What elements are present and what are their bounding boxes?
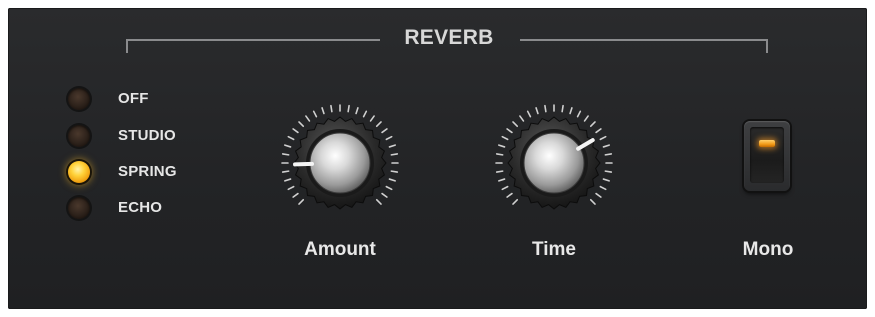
knob-tick	[519, 115, 525, 122]
knob-tick	[385, 135, 393, 141]
knob-tick	[292, 192, 299, 198]
knob-tick	[498, 178, 506, 182]
knob-tick	[506, 192, 513, 198]
knob-tick	[284, 144, 292, 148]
knob-tick	[501, 135, 509, 141]
knob-tick	[287, 185, 295, 191]
knob-tick	[292, 128, 299, 134]
amount-label: Amount	[304, 239, 376, 260]
knob-tick	[330, 104, 333, 113]
knob-tick	[281, 170, 290, 173]
knob-tick	[381, 192, 388, 198]
knob-tick	[602, 178, 610, 182]
knob-tick	[298, 198, 305, 205]
knob-tick	[561, 104, 564, 113]
mono-lamp	[759, 140, 775, 147]
knob-tick	[604, 153, 613, 156]
knob-tick	[362, 110, 368, 118]
knob-tick	[602, 144, 610, 148]
section-bracket-left	[126, 39, 380, 53]
knob-tick	[390, 153, 399, 156]
knob-tick	[595, 192, 602, 198]
mode-led-off[interactable]	[68, 88, 90, 110]
knob-tick	[385, 185, 393, 191]
knob-tick	[375, 198, 382, 205]
knob-tick	[604, 170, 613, 173]
knob-tick	[589, 198, 596, 205]
knob-tick	[498, 144, 506, 148]
mode-led-spring[interactable]	[68, 161, 90, 183]
knob-tick	[388, 144, 396, 148]
knob-tick	[495, 153, 504, 156]
knob-tick	[599, 185, 607, 191]
mode-label-spring: SPRING	[118, 163, 177, 180]
knob-tick	[388, 178, 396, 182]
time-label: Time	[531, 239, 576, 260]
knob-tick	[281, 153, 290, 156]
mono-toggle[interactable]	[744, 121, 790, 191]
knob-tick	[544, 104, 547, 113]
time-knob-graphic	[495, 104, 613, 210]
knob-tick	[390, 170, 399, 173]
knob-tick	[312, 110, 318, 118]
mono-label: Mono	[742, 239, 794, 260]
knob-tick	[298, 121, 305, 128]
knob-tick	[381, 128, 388, 134]
knob-tick	[369, 115, 375, 122]
amount-knob[interactable]	[275, 98, 405, 228]
knob-tick	[305, 115, 311, 122]
knob-tick	[576, 110, 582, 118]
mode-label-off: OFF	[118, 90, 149, 107]
knob-tick	[583, 115, 589, 122]
mode-label-studio: STUDIO	[118, 127, 176, 144]
knob-tick	[347, 104, 350, 113]
amount-knob-graphic	[281, 104, 399, 210]
knob-tick	[589, 121, 596, 128]
knob-tick	[506, 128, 513, 134]
knob-tick	[599, 135, 607, 141]
section-bracket-right	[520, 39, 768, 53]
mode-option-studio[interactable]: STUDIO	[66, 122, 216, 152]
knob-tick	[526, 110, 532, 118]
mode-led-echo[interactable]	[68, 197, 90, 219]
reverb-panel: REVERB OFF STUDIO SPRING ECHO Amount Tim…	[8, 8, 867, 309]
knob-tick	[321, 107, 325, 115]
knob-tick	[375, 121, 382, 128]
mode-option-off[interactable]: OFF	[66, 85, 216, 115]
knob-pointer	[293, 161, 315, 167]
knob-tick	[512, 121, 519, 128]
knob-tick	[495, 170, 504, 173]
knob-tick	[501, 185, 509, 191]
mode-label-echo: ECHO	[118, 199, 163, 216]
mode-led-studio[interactable]	[68, 125, 90, 147]
time-knob[interactable]	[489, 98, 619, 228]
mono-toggle-body	[750, 127, 784, 183]
knob-tick	[569, 107, 573, 115]
mode-option-echo[interactable]: ECHO	[66, 194, 216, 224]
knob-tick	[284, 178, 292, 182]
knob-tick	[512, 198, 519, 205]
knob-tick	[535, 107, 539, 115]
knob-cap	[309, 132, 371, 194]
section-title: REVERB	[404, 26, 494, 49]
knob-cap	[523, 132, 585, 194]
knob-tick	[287, 135, 295, 141]
mode-option-spring[interactable]: SPRING	[66, 158, 216, 188]
knob-tick	[355, 107, 359, 115]
knob-tick	[595, 128, 602, 134]
